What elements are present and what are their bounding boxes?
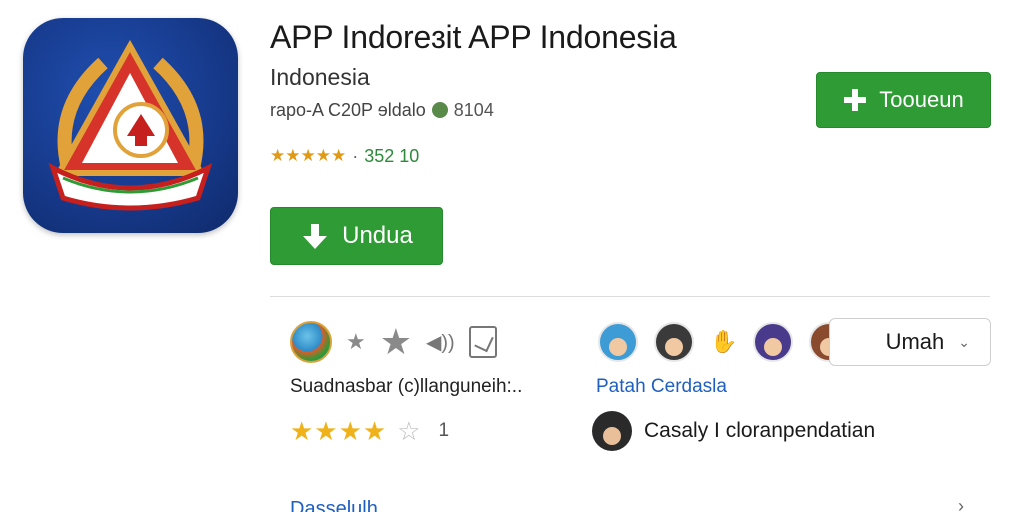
review-rating-row: ★★★★ ☆ 1 [290,414,449,448]
language-select-value: Umah [885,329,945,354]
see-more-link[interactable]: Dasselulh [290,498,378,512]
avatar[interactable] [753,322,794,362]
review-count: 1 [438,420,450,441]
avatar[interactable] [654,322,694,362]
app-meta-count: 8104 [453,99,494,120]
app-store-page: APP Indoreɜit APP Indonesia Indonesia ra… [0,0,1024,512]
app-meta-row: rapo-A C20P ɘldalo 8104 [270,97,494,123]
install-button[interactable]: Tooueun [816,72,991,128]
avatar[interactable] [598,322,638,362]
user-row[interactable]: Casaly I cloranpendatian [592,410,875,452]
speaker-icon[interactable]: ◀)) [426,330,455,355]
rating-separator: · [352,145,359,166]
plus-icon [843,88,867,112]
globe-badge-icon[interactable] [290,321,332,363]
rating-row: ★★★★★ · 352 10 [270,143,419,169]
star-large-icon[interactable]: ★ [380,324,412,360]
rating-stars: ★★★★★ [270,146,347,165]
developer-link[interactable]: Patah Cerdasla [596,376,727,398]
hand-icon: ✋ [710,329,738,354]
chevron-right-icon[interactable]: › [958,496,964,512]
review-icon-row: ★ ★ ◀)) [290,320,497,364]
section-divider [270,296,990,297]
review-text: Suadnasbar (c)llanguneih:.. [290,376,523,397]
download-button-label: Undua [342,222,413,249]
review-star-empty: ☆ [397,415,421,446]
star-icon[interactable]: ★ [346,331,366,353]
language-select[interactable]: Umah ⌄ [829,318,991,366]
install-button-label: Tooueun [879,87,964,112]
app-logo-icon [23,18,238,233]
globe-icon [431,102,448,118]
review-stars-filled: ★★★★ [290,415,388,446]
chevron-down-icon: ⌄ [958,333,970,350]
download-arrow-icon [300,221,330,251]
app-subtitle: Indonesia [270,64,370,90]
download-button[interactable]: Undua [270,207,443,265]
user-avatar [592,411,632,451]
app-title: APP Indoreɜit APP Indonesia [270,19,677,55]
clipboard-check-icon[interactable] [468,326,497,358]
rating-count: 352 10 [364,145,420,166]
app-meta-text: rapo-A C20P ɘldalo [270,99,426,120]
avatar-row: ✋ [598,320,850,364]
user-name: Casaly I cloranpendatian [644,419,876,442]
